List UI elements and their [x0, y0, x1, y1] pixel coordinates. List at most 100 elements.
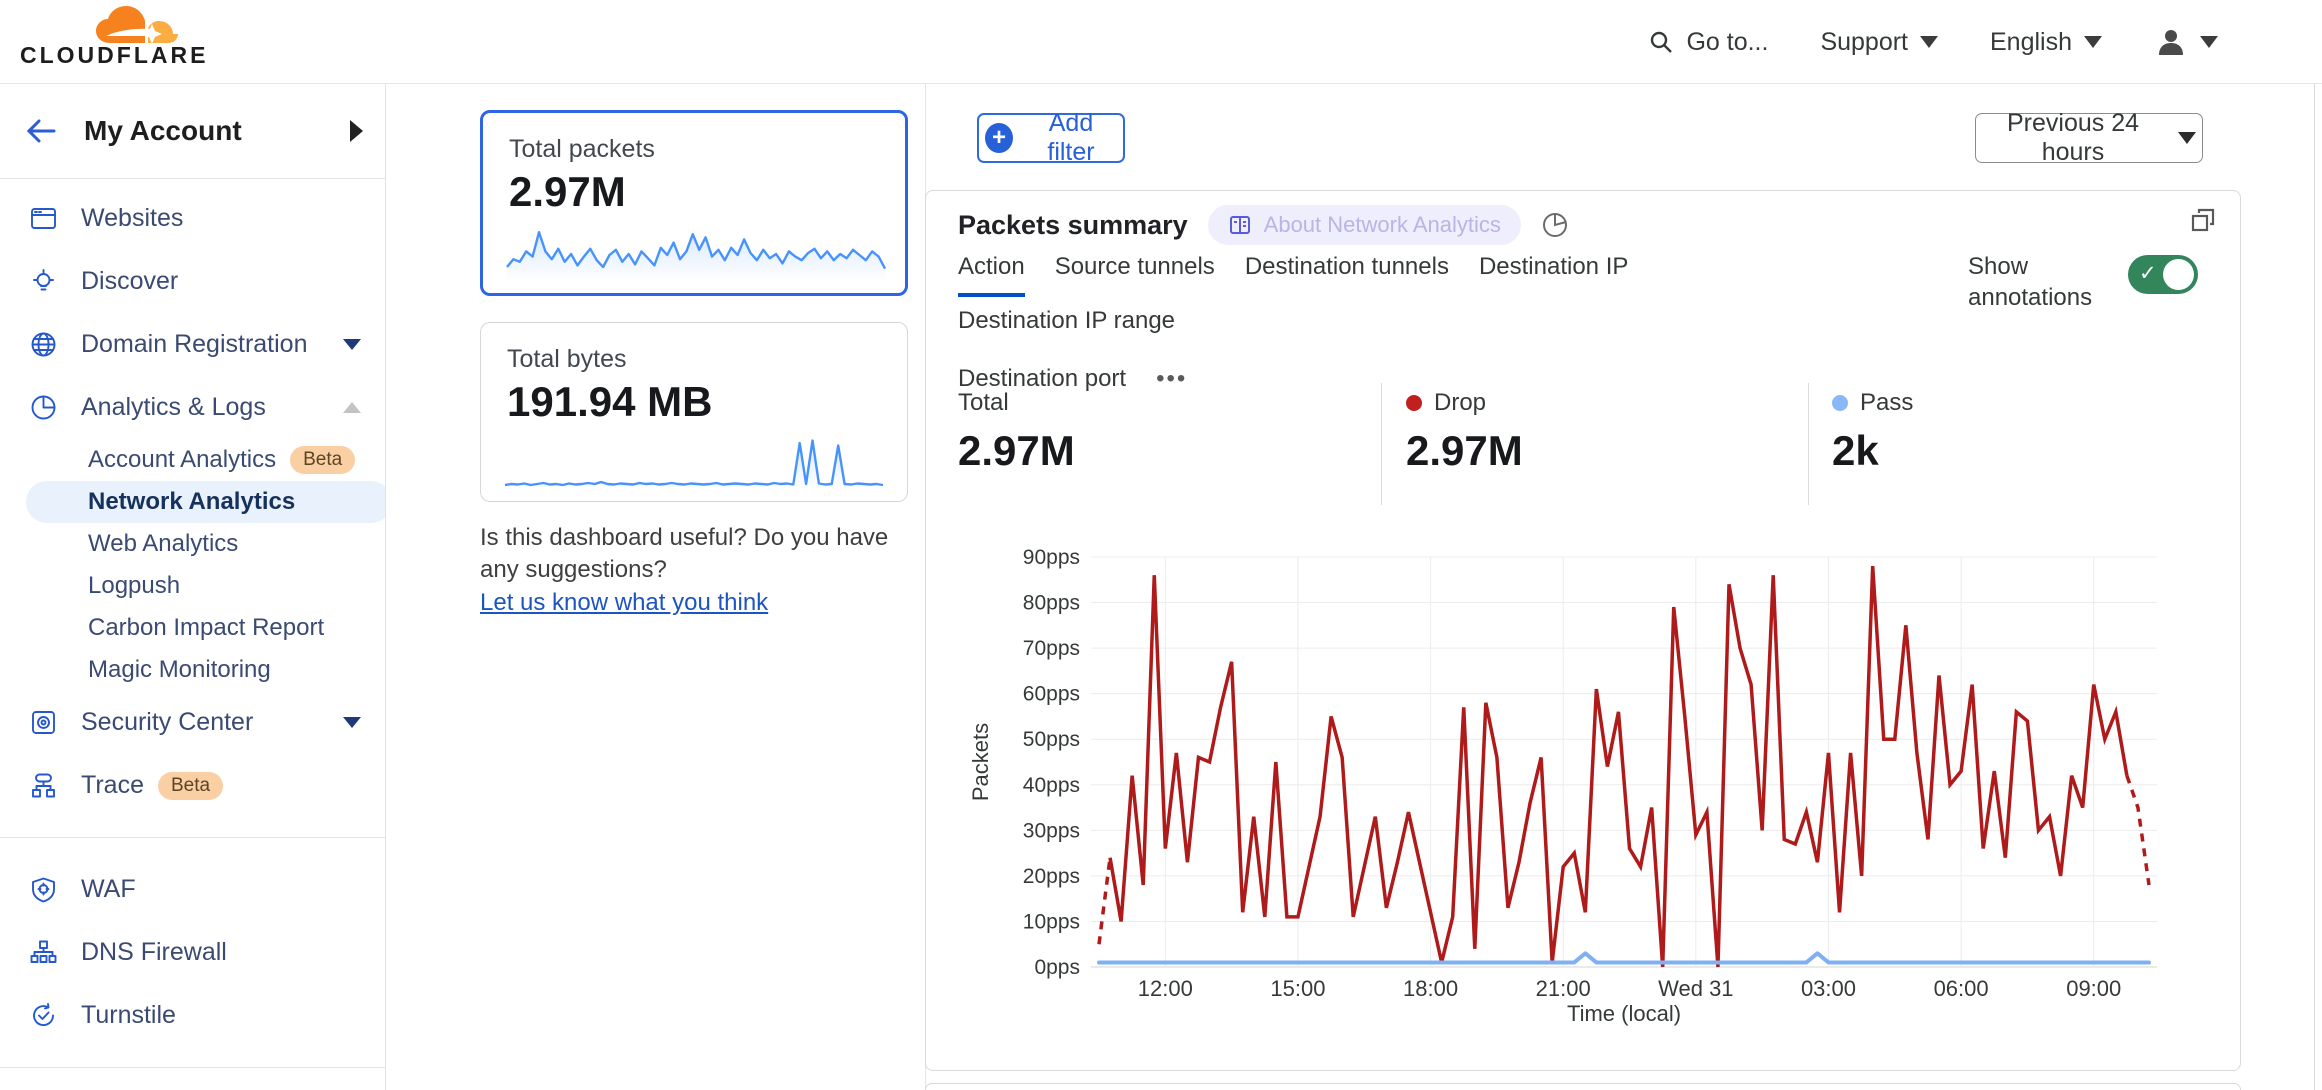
svg-text:Packets: Packets [968, 723, 993, 801]
tab-destination-ip[interactable]: Destination IP [1479, 253, 1628, 297]
tab-destination-tunnels[interactable]: Destination tunnels [1245, 253, 1449, 297]
book-icon [1228, 213, 1252, 237]
sidebar-item-domain-registration[interactable]: Domain Registration [0, 313, 385, 376]
globe-icon [30, 331, 57, 358]
total-bytes-card[interactable]: Total bytes 191.94 MB [480, 322, 908, 502]
legend-dot-drop [1406, 395, 1422, 411]
browser-icon [30, 205, 57, 232]
sidebar-divider [0, 837, 385, 838]
sidebar-item-account-analytics[interactable]: Account Analytics Beta [0, 439, 385, 481]
tab-destination-ip-range[interactable]: Destination IP range [958, 307, 1175, 347]
toggle-knob [2163, 259, 2194, 290]
stat-label-row: Drop [1406, 389, 1523, 417]
feedback-link[interactable]: Let us know what you think [480, 587, 768, 619]
language-menu[interactable]: English [1990, 28, 2102, 57]
stat-pass: Pass2k [1832, 389, 1913, 475]
safe-icon [30, 709, 57, 736]
annotation-pie-icon[interactable] [1541, 211, 1569, 239]
sidebar-item-label: Domain Registration [81, 330, 343, 359]
card-value: 191.94 MB [507, 378, 907, 426]
stat-label-row: Pass [1832, 389, 1913, 417]
about-network-analytics-badge[interactable]: About Network Analytics [1208, 205, 1521, 245]
sidebar-item-label: Analytics & Logs [81, 393, 343, 422]
more-tabs-icon[interactable]: ••• [1156, 365, 1187, 405]
top-header: CLOUDFLARE Go to... Support English [0, 0, 2322, 84]
support-menu[interactable]: Support [1820, 28, 1938, 57]
chevron-down-icon[interactable] [343, 339, 361, 350]
next-panel-edge [925, 1083, 2241, 1090]
chevron-up-icon[interactable] [343, 402, 361, 413]
svg-text:21:00: 21:00 [1536, 976, 1591, 1001]
sidebar-item-trace[interactable]: TraceBeta [0, 754, 385, 817]
trace-icon [30, 772, 57, 799]
chevron-down-icon [1920, 36, 1938, 48]
sidebar-item-security-center[interactable]: Security Center [0, 691, 385, 754]
tab-source-tunnels[interactable]: Source tunnels [1055, 253, 1215, 297]
packets-summary-panel: Packets summary About Network Analytics … [925, 190, 2241, 1071]
user-menu[interactable] [2154, 25, 2218, 59]
show-annotations-toggle[interactable]: ✓ [2128, 255, 2198, 294]
feedback-question: Is this dashboard useful? Do you have an… [480, 522, 920, 586]
maximize-icon[interactable] [2188, 205, 2218, 235]
tab-action[interactable]: Action [958, 253, 1025, 297]
time-range-dropdown[interactable]: Previous 24 hours [1975, 113, 2203, 163]
account-title[interactable]: My Account [84, 115, 350, 147]
total-packets-card[interactable]: Total packets 2.97M [480, 110, 908, 296]
check-icon: ✓ [2139, 261, 2157, 286]
stat-label-row: Total [958, 389, 1075, 417]
chevron-right-icon[interactable] [350, 120, 363, 142]
refresh-check-icon [30, 1002, 57, 1029]
pie-icon [30, 394, 57, 421]
svg-text:Time (local): Time (local) [1567, 1001, 1681, 1026]
svg-text:10pps: 10pps [1023, 910, 1080, 933]
sidebar-item-web-analytics[interactable]: Web Analytics [0, 523, 385, 565]
sidebar-item-carbon-impact-report[interactable]: Carbon Impact Report [0, 607, 385, 649]
sidebar-item-logpush[interactable]: Logpush [0, 565, 385, 607]
goto-label: Go to... [1686, 28, 1768, 57]
user-icon [2154, 25, 2188, 59]
shield-gear-icon [30, 876, 57, 903]
goto-search[interactable]: Go to... [1648, 28, 1768, 57]
sidebar-item-label: Discover [81, 267, 361, 296]
add-filter-button[interactable]: + Add filter [977, 113, 1125, 163]
svg-text:40pps: 40pps [1023, 774, 1080, 797]
dns-tree-icon [30, 939, 57, 966]
bytes-sparkline [503, 433, 885, 491]
sidebar: My Account Websites Discover Domain Regist… [0, 84, 386, 1090]
panel-header: Packets summary About Network Analytics [958, 205, 1569, 245]
sidebar-item-network-analytics[interactable]: Network Analytics [26, 481, 386, 523]
sidebar-item-label: Account Analytics [88, 446, 276, 474]
svg-text:12:00: 12:00 [1138, 976, 1193, 1001]
sidebar-item-turnstile[interactable]: Turnstile [0, 984, 385, 1047]
chevron-down-icon[interactable] [343, 717, 361, 728]
svg-text:06:00: 06:00 [1934, 976, 1989, 1001]
chevron-down-icon [2200, 36, 2218, 48]
sidebar-item-waf[interactable]: WAF [0, 858, 385, 921]
svg-text:80pps: 80pps [1023, 592, 1080, 615]
card-title: Total bytes [507, 345, 907, 374]
sidebar-item-dns-firewall[interactable]: DNS Firewall [0, 921, 385, 984]
time-range-label: Previous 24 hours [1982, 109, 2164, 167]
beta-badge: Beta [290, 446, 355, 474]
sidebar-item-magic-monitoring[interactable]: Magic Monitoring [0, 649, 385, 691]
plus-circle-icon: + [985, 123, 1013, 153]
sidebar-item-websites[interactable]: Websites [0, 187, 385, 250]
sidebar-item-label: DNS Firewall [81, 938, 361, 967]
top-nav: Go to... Support English [1648, 0, 2218, 84]
tabs-linebreak [958, 357, 1858, 365]
card-title: Total packets [509, 135, 905, 164]
logo-text: CLOUDFLARE [20, 42, 200, 69]
sidebar-item-discover[interactable]: Discover [0, 250, 385, 313]
cloudflare-logo[interactable]: CLOUDFLARE [20, 6, 200, 69]
sidebar-item-label: Turnstile [81, 1001, 361, 1030]
stat-value: 2.97M [1406, 427, 1523, 475]
back-arrow-icon[interactable] [24, 116, 58, 146]
stat-label: Pass [1860, 389, 1913, 417]
legend-dot-pass [1832, 395, 1848, 411]
show-annotations-label: Show annotations [1968, 251, 2088, 313]
sidebar-item-analytics-logs[interactable]: Analytics & Logs [0, 376, 385, 439]
svg-text:Wed 31: Wed 31 [1658, 976, 1733, 1001]
stat-label: Drop [1434, 389, 1486, 417]
support-label: Support [1820, 28, 1908, 57]
stat-drop: Drop 2.97M [1406, 389, 1523, 475]
